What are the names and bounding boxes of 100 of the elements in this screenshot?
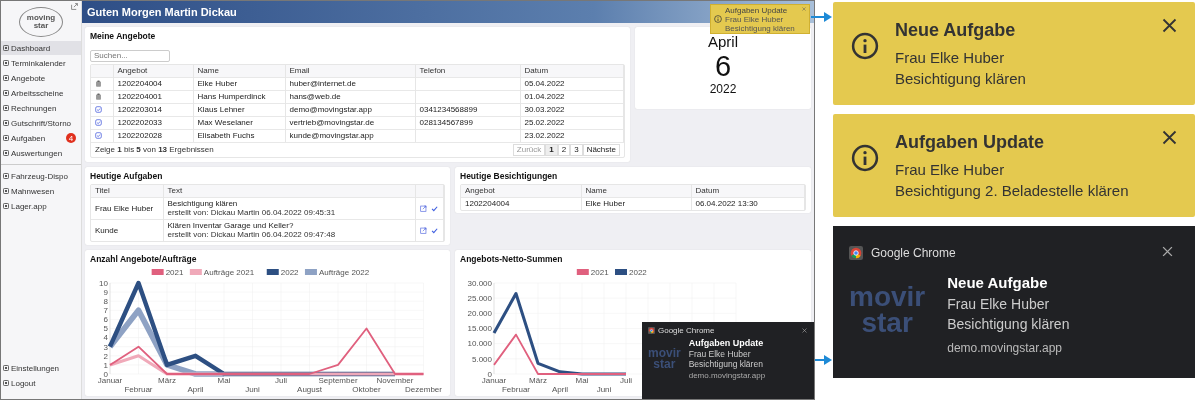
tick-label: November bbox=[376, 375, 414, 385]
task-text: Klären Inventar Garage und Keller? bbox=[167, 221, 295, 231]
tick-label: Juni bbox=[245, 384, 260, 394]
table-cell: 1202204004 bbox=[461, 197, 581, 210]
tick-label: September bbox=[318, 375, 358, 385]
column-header: Text bbox=[163, 184, 416, 197]
toast-text: Frau Elke Huber bbox=[725, 15, 785, 24]
result-summary: Zeige 1 bis 5 von 13 Ergebnissen bbox=[95, 145, 214, 154]
count-badge: 4 bbox=[66, 133, 76, 143]
table-cell: 1202204001 bbox=[113, 90, 193, 103]
card-title: Angebots-Netto-Summen bbox=[460, 253, 564, 264]
table-cell: 30.03.2022 bbox=[520, 103, 624, 116]
tick-label: August bbox=[297, 384, 322, 394]
tick-label: 25.000 bbox=[467, 293, 492, 303]
tick-label: 10 bbox=[99, 278, 108, 288]
table-cell: Elisabeth Fuchs bbox=[193, 129, 285, 142]
legend-label: 2021 bbox=[590, 267, 610, 277]
site-url: demo.movingstar.app bbox=[947, 341, 1063, 355]
tick-label: 5 bbox=[103, 323, 108, 333]
legend-label: 2021 bbox=[165, 267, 184, 277]
table-cell: demo@movingstar.app bbox=[285, 103, 415, 116]
table-cell: 06.04.2022 13:30 bbox=[691, 197, 805, 210]
tick-label: Februar bbox=[124, 384, 153, 394]
column-header: Angebot bbox=[113, 64, 193, 77]
tick-label: Mai bbox=[575, 375, 589, 385]
logo: movir star bbox=[648, 348, 681, 370]
table-cell: huber@internet.de bbox=[285, 77, 415, 90]
toast-title: Aufgaben Update bbox=[725, 6, 789, 15]
notification-title: Neue Aufgabe bbox=[947, 274, 1049, 291]
notification-title: Neue Aufgabe bbox=[895, 20, 1017, 41]
notification-text: Besichtigung 2. Beladestelle klären bbox=[895, 181, 1129, 201]
card-title: Heutige Aufgaben bbox=[90, 170, 164, 181]
app-name: Google Chrome bbox=[658, 326, 715, 335]
notification-text: Besichtigung klären bbox=[895, 69, 1026, 89]
column-header: Datum bbox=[691, 184, 805, 197]
table-cell: Elke Huber bbox=[193, 77, 285, 90]
table-cell: 01.04.2022 bbox=[520, 90, 624, 103]
legend-label: 2022 bbox=[629, 267, 648, 277]
tick-label: 30.000 bbox=[467, 278, 492, 288]
tick-label: 4 bbox=[103, 332, 108, 342]
task-meta: erstellt von: Dickau Martin 06.04.2022 09:47:48 bbox=[167, 230, 337, 240]
table-cell: 23.02.2022 bbox=[520, 129, 624, 142]
tick-label: Mai bbox=[217, 375, 231, 385]
date-year: 2022 bbox=[709, 82, 737, 96]
table-cell: 1202202033 bbox=[113, 116, 193, 129]
task-meta: erstellt von: Dickau Martin 06.04.2022 09:45:31 bbox=[167, 208, 337, 217]
tick-label: 9 bbox=[103, 287, 108, 297]
app-name: Google Chrome bbox=[871, 246, 956, 260]
column-header: Name bbox=[581, 184, 691, 197]
tick-label: März bbox=[158, 375, 176, 385]
notification-text: Frau Elke Huber bbox=[895, 48, 1006, 68]
table-cell: hans@web.de bbox=[285, 90, 415, 103]
tick-label: 0 bbox=[487, 369, 492, 379]
table-cell: Max Weselaner bbox=[193, 116, 285, 129]
task-text: Besichtigung klären bbox=[167, 199, 239, 208]
card-title: Meine Angebote bbox=[90, 31, 157, 41]
column-header: Angebot bbox=[461, 184, 581, 197]
tick-label: 2 bbox=[103, 351, 108, 361]
notification-text: Frau Elke Huber bbox=[947, 295, 1051, 314]
column-header: Datum bbox=[520, 64, 624, 77]
tick-label: Juni bbox=[596, 384, 612, 394]
legend-label: Aufträge 2022 bbox=[318, 267, 370, 277]
tick-label: April bbox=[552, 384, 568, 394]
tick-label: Dezember bbox=[405, 384, 442, 394]
notification-text: Besichtigung klären bbox=[947, 315, 1070, 334]
tick-label: 6 bbox=[103, 314, 108, 324]
notification-text: Besichtigung klären bbox=[688, 359, 764, 369]
card-title: Anzahl Angebote/Aufträge bbox=[90, 253, 198, 264]
table-cell: Elke Huber bbox=[581, 197, 691, 210]
table-cell: Kunde bbox=[91, 219, 163, 241]
notification-title: Aufgaben Update bbox=[688, 338, 765, 349]
table-cell: 0341234568899 bbox=[415, 103, 520, 116]
tick-label: 3 bbox=[103, 342, 108, 351]
column-header: Email bbox=[285, 64, 415, 77]
legend-label: Aufträge 2021 bbox=[203, 267, 255, 277]
column-header: Titel bbox=[91, 184, 163, 197]
logo: movir star bbox=[849, 283, 926, 336]
table-cell: Frau Elke Huber bbox=[91, 197, 163, 219]
table-cell: kunde@movingstar.app bbox=[285, 129, 415, 142]
tick-label: Juli bbox=[275, 375, 287, 385]
tick-label: 1 bbox=[103, 360, 108, 370]
tick-label: 20.000 bbox=[467, 308, 492, 318]
column-header: Telefon bbox=[415, 64, 520, 77]
card-title: Heutige Besichtigungen bbox=[460, 170, 559, 181]
date-month: April bbox=[708, 33, 738, 50]
table-cell: Hans Humperdinck bbox=[193, 90, 285, 103]
table-cell: 1202204004 bbox=[113, 77, 193, 90]
date-day: 6 bbox=[714, 50, 732, 82]
tick-label: Juli bbox=[620, 375, 632, 385]
legend-label: 2022 bbox=[280, 267, 300, 277]
tick-label: Oktober bbox=[352, 384, 381, 394]
tick-label: 8 bbox=[103, 296, 108, 306]
tick-label: 15.000 bbox=[467, 323, 492, 333]
table-cell: 1202202028 bbox=[113, 129, 193, 142]
tick-label: 10.000 bbox=[467, 338, 492, 348]
tick-label: 5.000 bbox=[471, 354, 492, 364]
tick-label: April bbox=[187, 384, 204, 394]
table-cell: Klaus Lehner bbox=[193, 103, 285, 116]
column-header: Name bbox=[193, 64, 285, 77]
table-cell: 05.04.2022 bbox=[520, 77, 624, 90]
